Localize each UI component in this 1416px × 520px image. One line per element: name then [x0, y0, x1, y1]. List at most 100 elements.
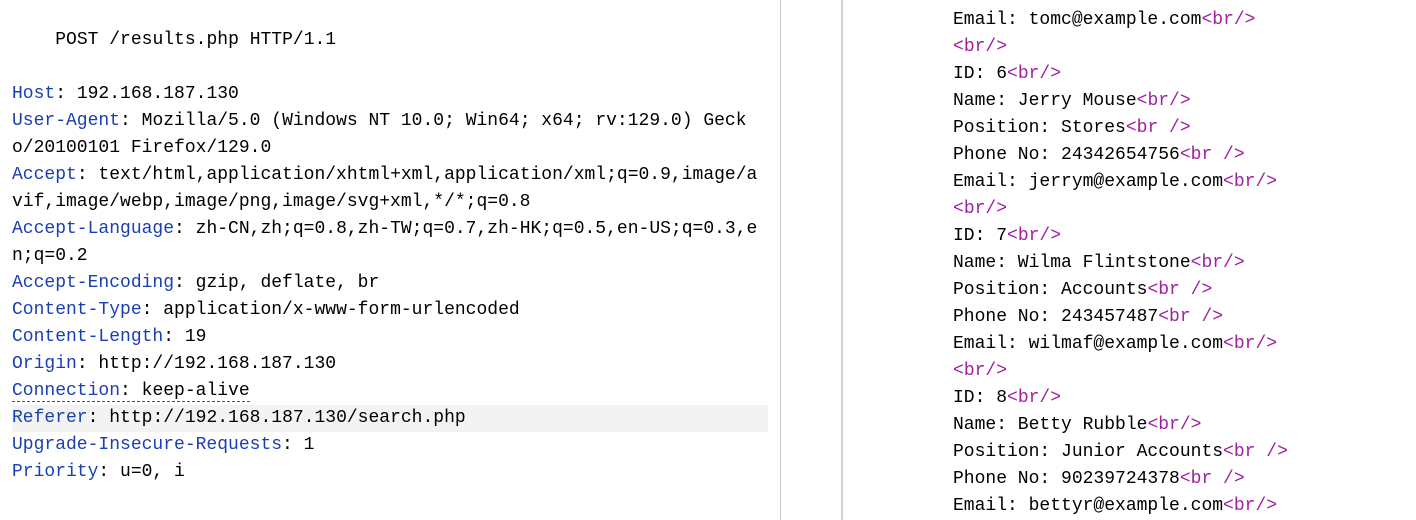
- html-tag-name: br/: [964, 37, 996, 57]
- html-tag: <: [1223, 334, 1234, 354]
- html-tag: >: [1234, 253, 1245, 273]
- response-line[interactable]: Position: Stores<br />: [953, 115, 1404, 142]
- response-text: Name: Betty Rubble: [953, 415, 1147, 435]
- header-name: Content-Type: [12, 300, 142, 320]
- html-tag: <: [1137, 91, 1148, 111]
- response-line[interactable]: ID: 6<br/>: [953, 61, 1404, 88]
- header-value: 1: [304, 435, 315, 455]
- html-tag: <: [1180, 145, 1191, 165]
- response-line[interactable]: Name: Jerry Mouse<br/>: [953, 88, 1404, 115]
- header-line[interactable]: Accept: text/html,application/xhtml+xml,…: [12, 162, 768, 216]
- header-line[interactable]: Content-Type: application/x-www-form-url…: [12, 297, 768, 324]
- response-text: ID: 8: [953, 388, 1007, 408]
- request-line[interactable]: POST /results.php HTTP/1.1: [12, 0, 768, 81]
- http-method: POST: [55, 30, 98, 50]
- response-line[interactable]: Email: bettyr@example.com<br/>: [953, 493, 1404, 520]
- header-value: gzip, deflate, br: [196, 273, 380, 293]
- header-line[interactable]: Referer: http://192.168.187.130/search.p…: [12, 405, 768, 432]
- html-tag: >: [1050, 64, 1061, 84]
- html-tag-name: br/: [1212, 10, 1244, 30]
- response-line[interactable]: ID: 7<br/>: [953, 223, 1404, 250]
- html-tag-name: br/: [1147, 91, 1179, 111]
- html-tag: >: [1234, 469, 1245, 489]
- html-tag-name: br /: [1169, 307, 1212, 327]
- response-text: Email: tomc@example.com: [953, 10, 1201, 30]
- response-text: Position: Junior Accounts: [953, 442, 1223, 462]
- response-line[interactable]: ID: 8<br/>: [953, 385, 1404, 412]
- header-value: u=0, i: [120, 462, 185, 482]
- response-line[interactable]: Position: Junior Accounts<br />: [953, 439, 1404, 466]
- header-name: Upgrade-Insecure-Requests: [12, 435, 282, 455]
- header-value: http://192.168.187.130: [98, 354, 336, 374]
- html-tag: <: [1007, 226, 1018, 246]
- response-line[interactable]: Phone No: 80243879<br />: [953, 0, 1404, 7]
- html-tag: <: [953, 37, 964, 57]
- response-panel[interactable]: Phone No: 80243879<br />Email: tomc@exam…: [843, 0, 1416, 520]
- response-text: Email: jerrym@example.com: [953, 172, 1223, 192]
- response-line[interactable]: <br/>: [953, 358, 1404, 385]
- request-panel[interactable]: POST /results.php HTTP/1.1 Host: 192.168…: [0, 0, 780, 520]
- html-tag-name: br/: [1018, 64, 1050, 84]
- header-name: Accept-Language: [12, 219, 174, 239]
- request-body[interactable]: search=a' or '1'='1: [12, 504, 768, 520]
- header-line[interactable]: User-Agent: Mozilla/5.0 (Windows NT 10.0…: [12, 108, 768, 162]
- html-tag: <: [1223, 172, 1234, 192]
- html-tag: <: [1126, 118, 1137, 138]
- html-tag: >: [1191, 415, 1202, 435]
- header-value: 192.168.187.130: [77, 84, 239, 104]
- header-line[interactable]: Host: 192.168.187.130: [12, 81, 768, 108]
- html-tag-name: br /: [1191, 469, 1234, 489]
- html-tag: <: [1223, 496, 1234, 516]
- html-tag: >: [1266, 496, 1277, 516]
- response-text: ID: 7: [953, 226, 1007, 246]
- header-line[interactable]: Upgrade-Insecure-Requests: 1: [12, 432, 768, 459]
- header-line[interactable]: Content-Length: 19: [12, 324, 768, 351]
- response-line[interactable]: Email: wilmaf@example.com<br/>: [953, 331, 1404, 358]
- html-tag-name: br /: [1137, 118, 1180, 138]
- html-tag-name: br/: [1158, 415, 1190, 435]
- response-line[interactable]: Email: tomc@example.com<br/>: [953, 7, 1404, 34]
- header-value: keep-alive: [142, 381, 250, 401]
- response-line[interactable]: Position: Accounts<br />: [953, 277, 1404, 304]
- response-line[interactable]: <br/>: [953, 196, 1404, 223]
- response-line[interactable]: <br/>: [953, 34, 1404, 61]
- response-text: Name: Jerry Mouse: [953, 91, 1137, 111]
- html-tag: >: [1050, 388, 1061, 408]
- response-text: Position: Stores: [953, 118, 1126, 138]
- html-tag: <: [1191, 253, 1202, 273]
- request-headers[interactable]: Host: 192.168.187.130User-Agent: Mozilla…: [12, 81, 768, 486]
- html-tag-name: br/: [1234, 496, 1266, 516]
- response-line[interactable]: Name: Betty Rubble<br/>: [953, 412, 1404, 439]
- response-text: Phone No: 24342654756: [953, 145, 1180, 165]
- html-tag: <: [1201, 10, 1212, 30]
- html-tag: >: [1266, 334, 1277, 354]
- response-line[interactable]: Phone No: 243457487<br />: [953, 304, 1404, 331]
- header-line[interactable]: Priority: u=0, i: [12, 459, 768, 486]
- html-tag: <: [1147, 0, 1158, 3]
- html-tag: >: [1180, 91, 1191, 111]
- html-tag: <: [953, 199, 964, 219]
- header-line[interactable]: Accept-Encoding: gzip, deflate, br: [12, 270, 768, 297]
- request-path: /results.php: [109, 30, 239, 50]
- header-line[interactable]: Connection: keep-alive: [12, 378, 768, 405]
- html-tag-name: br /: [1158, 280, 1201, 300]
- html-tag: <: [1158, 307, 1169, 327]
- html-tag: <: [1007, 388, 1018, 408]
- header-name: Origin: [12, 354, 77, 374]
- html-tag-name: br/: [964, 361, 996, 381]
- response-line[interactable]: Phone No: 24342654756<br />: [953, 142, 1404, 169]
- html-tag-name: br /: [1191, 145, 1234, 165]
- html-tag: >: [1201, 0, 1212, 3]
- response-line[interactable]: Name: Wilma Flintstone<br/>: [953, 250, 1404, 277]
- response-line[interactable]: Email: jerrym@example.com<br/>: [953, 169, 1404, 196]
- response-text: Email: bettyr@example.com: [953, 496, 1223, 516]
- header-line[interactable]: Origin: http://192.168.187.130: [12, 351, 768, 378]
- response-line[interactable]: Phone No: 90239724378<br />: [953, 466, 1404, 493]
- html-tag-name: br/: [1234, 334, 1266, 354]
- html-tag: <: [953, 361, 964, 381]
- header-line[interactable]: Accept-Language: zh-CN,zh;q=0.8,zh-TW;q=…: [12, 216, 768, 270]
- header-name: User-Agent: [12, 111, 120, 131]
- html-tag: >: [1277, 442, 1288, 462]
- response-body[interactable]: Phone No: 80243879<br />Email: tomc@exam…: [953, 0, 1404, 520]
- response-text: Phone No: 80243879: [953, 0, 1147, 3]
